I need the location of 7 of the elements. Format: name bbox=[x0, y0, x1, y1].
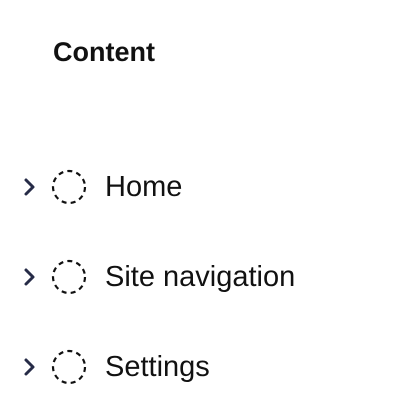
tree-item[interactable]: Settings bbox=[105, 350, 210, 384]
dashed-circle-icon bbox=[51, 259, 87, 295]
dashed-circle-icon bbox=[51, 169, 87, 205]
dashed-circle-icon bbox=[51, 349, 87, 385]
section-title: Content bbox=[53, 36, 156, 69]
tree-item[interactable]: Site navigation bbox=[105, 260, 296, 294]
tree-item[interactable]: Home bbox=[105, 170, 182, 204]
